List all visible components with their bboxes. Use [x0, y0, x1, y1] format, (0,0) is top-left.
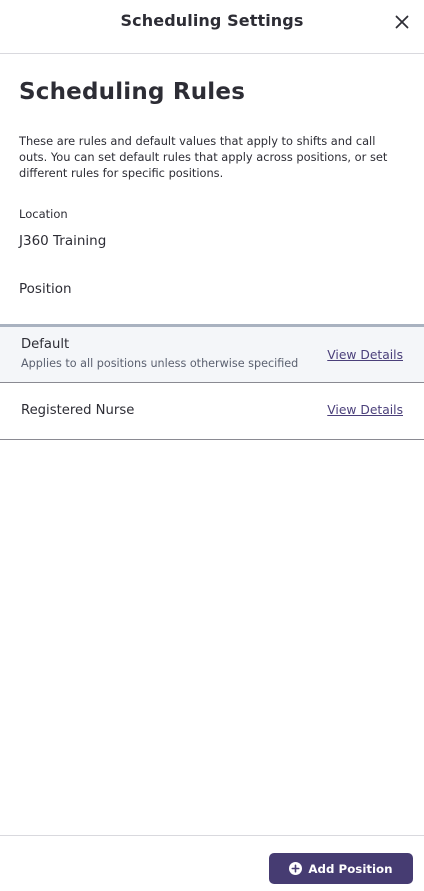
add-position-button[interactable]: Add Position	[269, 853, 413, 884]
panel-title: Scheduling Settings	[120, 11, 304, 30]
panel-header: Scheduling Settings	[0, 0, 424, 54]
scheduling-settings-panel: Scheduling Settings Scheduling Rules The…	[0, 0, 424, 891]
location-value: J360 Training	[19, 233, 107, 249]
position-name: Default	[21, 337, 70, 352]
location-label: Location	[19, 207, 68, 221]
position-row-registered-nurse: Registered Nurse View Details	[0, 383, 424, 440]
panel-footer: Add Position	[0, 835, 424, 891]
position-row-default: Default Applies to all positions unless …	[0, 324, 424, 383]
rules-description: These are rules and default values that …	[19, 134, 388, 180]
close-icon[interactable]	[392, 12, 412, 32]
position-subtitle: Applies to all positions unless otherwis…	[21, 357, 299, 370]
page-title: Scheduling Rules	[19, 79, 246, 105]
position-section-label: Position	[19, 281, 72, 297]
view-details-link-default[interactable]: View Details	[327, 348, 403, 362]
view-details-link-registered-nurse[interactable]: View Details	[327, 403, 403, 417]
add-position-label: Add Position	[308, 861, 393, 876]
positions-list: Default Applies to all positions unless …	[0, 324, 424, 440]
plus-circle-icon	[289, 862, 303, 875]
position-name: Registered Nurse	[21, 403, 135, 418]
